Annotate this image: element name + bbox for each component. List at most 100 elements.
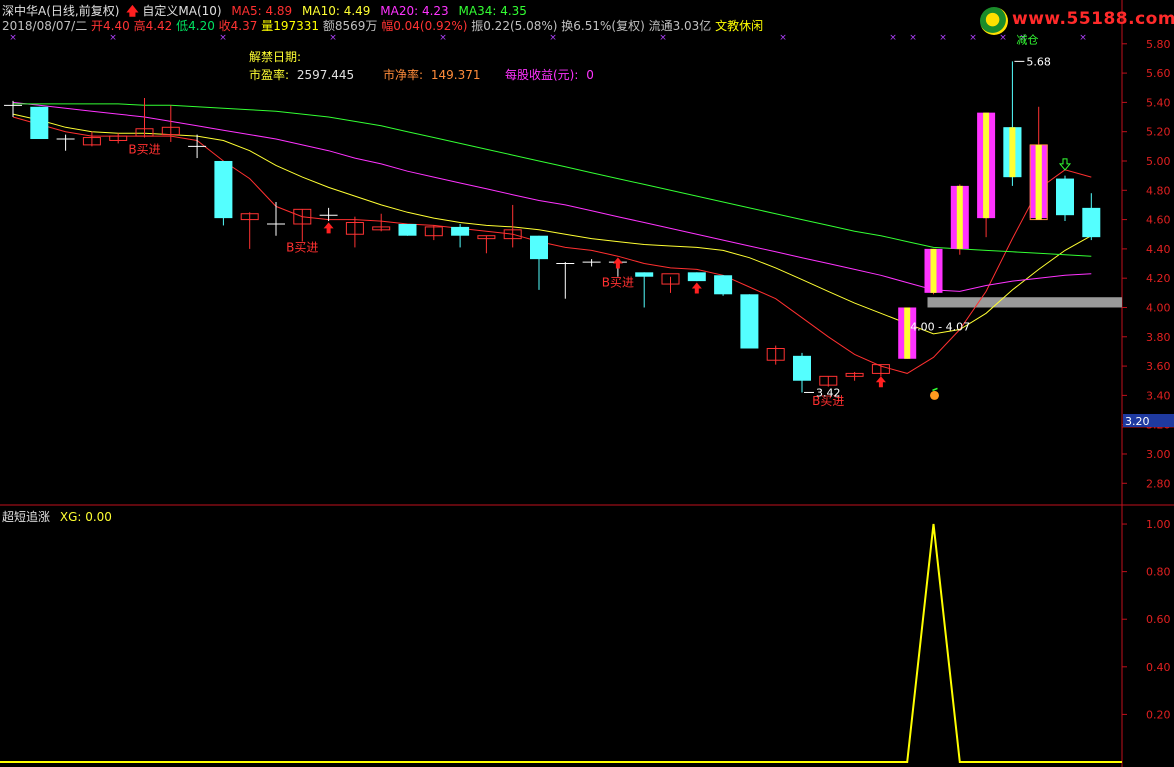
- candle: [793, 352, 811, 393]
- candle-body: [530, 235, 548, 260]
- pb-ratio: 市净率: 149.371: [383, 66, 481, 83]
- pe-label: 市盈率:: [249, 68, 290, 82]
- event-marker: ×: [969, 33, 977, 43]
- buy-arrow-icon: [691, 282, 702, 294]
- price-annotation: 5.68: [1026, 55, 1051, 68]
- pe-ratio: 市盈率: 2597.445: [249, 66, 354, 83]
- current-price-label: 3.20: [1125, 415, 1150, 428]
- buy-arrow-icon: [875, 376, 886, 388]
- event-marker: ×: [1079, 33, 1087, 43]
- event-marker: ×: [999, 33, 1007, 43]
- sub-panel-title: 超短追涨: [2, 510, 51, 524]
- ma-line-ma34: [13, 103, 1092, 257]
- candle-body-core: [1035, 144, 1042, 220]
- y-tick-label: 2.80: [1146, 477, 1171, 490]
- chart-canvas: × × × × × × × × × × × × × × × 5.805.605.405.205.004.804…: [0, 0, 1174, 767]
- candle: [687, 272, 706, 282]
- candle: [240, 212, 259, 249]
- buy-arrow-icon: [612, 257, 623, 269]
- candle: [556, 262, 575, 299]
- fruit-icon: [930, 390, 939, 400]
- info-segment: 换6.51%(复权): [557, 19, 645, 33]
- candle-body: [793, 355, 811, 381]
- candle: [819, 375, 838, 387]
- candle: [398, 223, 417, 236]
- candle: [214, 160, 233, 226]
- candle-body: [635, 272, 654, 277]
- support-band: [927, 297, 1122, 308]
- support-range-label: 4.00 - 4.07: [910, 320, 970, 333]
- eps: 每股收益(元): 0: [505, 66, 594, 83]
- event-marker: ×: [889, 33, 897, 43]
- event-marker: ×: [9, 33, 17, 43]
- candle: [950, 184, 969, 255]
- pb-label: 市净率:: [383, 68, 424, 82]
- candle: [372, 213, 391, 232]
- event-marker: ×: [219, 33, 227, 43]
- info-segment: 收4.37: [214, 19, 258, 33]
- info-segment: 额8569万: [319, 19, 378, 33]
- info-segment: 振0.22(5.08%): [467, 19, 558, 33]
- candle: [924, 248, 943, 295]
- pb-value: 149.371: [430, 68, 481, 82]
- candle: [56, 134, 75, 151]
- event-marker: ×: [109, 33, 117, 43]
- candle: [845, 371, 864, 381]
- buy-signal-label: B买进: [128, 142, 160, 156]
- candle: [661, 273, 680, 293]
- y-tick-label: 5.20: [1146, 126, 1171, 139]
- candle: [345, 216, 364, 248]
- y-tick-label: 3.00: [1146, 448, 1171, 461]
- candle: [451, 223, 470, 248]
- ma10-label: MA10: 4.49: [302, 4, 371, 18]
- ma-line-ma5: [12, 116, 1092, 374]
- eps-value: 0: [586, 68, 594, 82]
- sub-y-tick-label: 0.80: [1146, 566, 1171, 579]
- indicator-label: 自定义MA(10): [142, 4, 222, 18]
- info-segment: 低4.20: [172, 19, 215, 33]
- ma5-label: MA5: 4.89: [231, 4, 293, 18]
- info-segment: 量197331: [257, 19, 320, 33]
- candle: [109, 133, 128, 144]
- info-segment: 2018/08/07/二: [2, 19, 88, 33]
- buy-arrow-icon: [323, 222, 334, 234]
- sub-y-tick-label: 0.60: [1146, 613, 1171, 626]
- candle: [267, 202, 285, 236]
- candle: [582, 259, 601, 267]
- candle-body: [1082, 207, 1101, 238]
- fruit-leaf: [932, 387, 938, 392]
- candle: [977, 112, 996, 238]
- info-segment: 开4.40: [87, 19, 130, 33]
- candle-body: [30, 106, 49, 140]
- watermark-url: www.55188.com: [1012, 9, 1174, 29]
- sub-y-tick-label: 1.00: [1146, 518, 1171, 531]
- stock-title: 深中华A(日线,前复权): [2, 4, 120, 18]
- y-tick-label: 5.80: [1146, 38, 1171, 51]
- event-marker: ×: [779, 33, 787, 43]
- candle-body-core: [983, 112, 990, 219]
- buy-signal-label: B买进: [286, 240, 318, 254]
- y-tick-label: 4.60: [1146, 214, 1171, 227]
- candle-body: [398, 223, 417, 236]
- candle-body-core: [1009, 127, 1016, 178]
- candle: [530, 235, 548, 290]
- candle-body: [687, 272, 706, 282]
- candle-body: [1056, 178, 1074, 216]
- candle: [766, 345, 785, 365]
- event-marker: ×: [939, 33, 947, 43]
- candle: [714, 275, 733, 296]
- y-tick-label: 5.40: [1146, 96, 1171, 109]
- info-segment: 文教休闲: [711, 19, 764, 33]
- candle: [1082, 193, 1101, 241]
- candle-body-core: [956, 185, 963, 249]
- y-tick-label: 5.60: [1146, 67, 1171, 80]
- xg-signal-line: [0, 523, 1122, 763]
- candle: [424, 225, 443, 241]
- watermark-logo-icon: [980, 7, 1008, 35]
- event-marker: ×: [549, 33, 557, 43]
- candle: [477, 235, 496, 254]
- y-tick-label: 5.00: [1146, 155, 1171, 168]
- up-arrow-icon: 🡅: [126, 4, 139, 18]
- price-annotation: 3.42: [816, 386, 841, 399]
- y-tick-label: 3.80: [1146, 331, 1171, 344]
